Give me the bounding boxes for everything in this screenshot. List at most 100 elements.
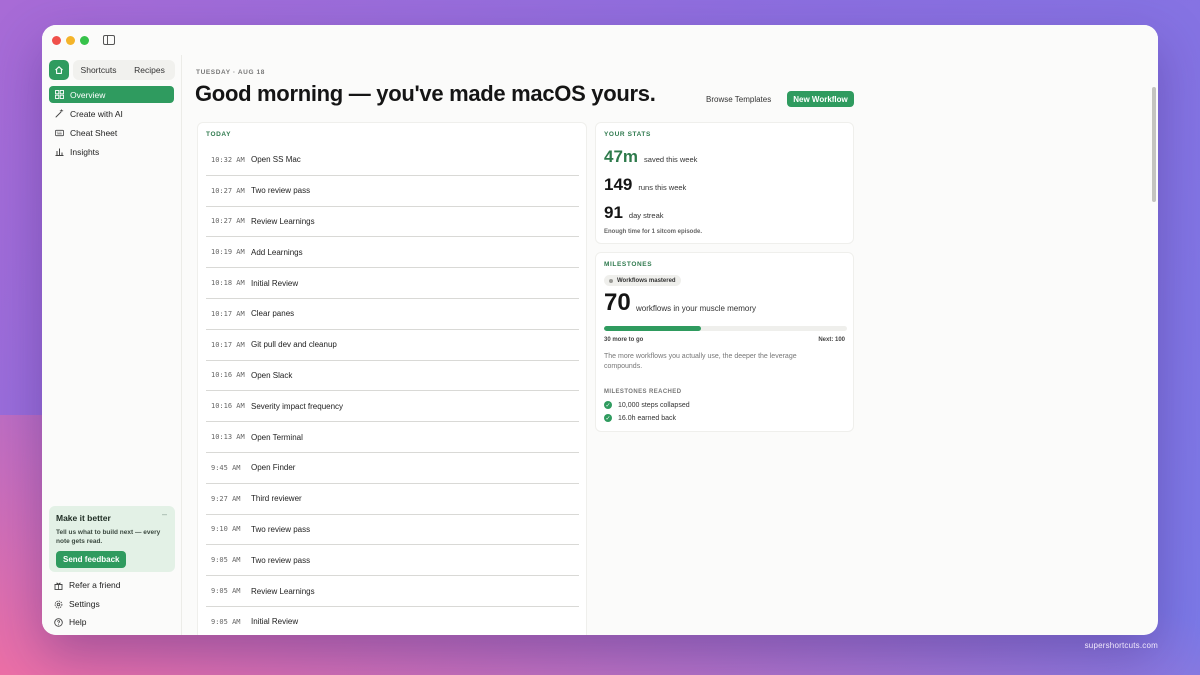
activity-time: 9:05 AM bbox=[211, 617, 241, 626]
activity-name: Open SS Mac bbox=[251, 155, 301, 165]
milestone-reached-item: ✓ 16.0h earned back bbox=[604, 414, 676, 422]
feedback-text: Tell us what to build next — every note … bbox=[56, 529, 161, 545]
zoom-window-button[interactable] bbox=[80, 36, 89, 45]
activity-row[interactable]: 10:13 AM Open Terminal bbox=[206, 422, 579, 453]
activity-row[interactable]: 9:05 AM Two review pass bbox=[206, 545, 579, 577]
activity-time: 10:27 AM bbox=[211, 217, 245, 226]
stats-card: YOUR STATS 47m saved this week 149 runs … bbox=[595, 122, 854, 244]
scrollbar-thumb[interactable] bbox=[1152, 87, 1156, 202]
milestone-count-label: workflows in your muscle memory bbox=[636, 304, 757, 313]
activity-time: 10:16 AM bbox=[211, 402, 245, 411]
activity-time: 10:16 AM bbox=[211, 371, 245, 380]
sidebar-tab-switcher: Shortcuts Recipes bbox=[73, 60, 175, 80]
sidebar-item-create-with-ai[interactable]: Create with AI bbox=[49, 105, 174, 122]
check-icon: ✓ bbox=[604, 414, 612, 422]
sidebar-item-refer-a-friend[interactable]: Refer a friend bbox=[49, 577, 174, 593]
activity-time: 9:05 AM bbox=[211, 587, 241, 596]
new-workflow-button[interactable]: New Workflow bbox=[787, 91, 854, 107]
activity-name: Clear panes bbox=[251, 309, 295, 319]
activity-row[interactable]: 10:17 AM Git pull dev and cleanup bbox=[206, 330, 579, 361]
activity-row[interactable]: 9:05 AM Review Learnings bbox=[206, 576, 579, 607]
activity-name: Open Slack bbox=[251, 370, 293, 380]
activity-time: 9:05 AM bbox=[211, 556, 241, 565]
activity-row[interactable]: 9:45 AM Open Finder bbox=[206, 453, 579, 484]
activity-time: 9:27 AM bbox=[211, 494, 241, 503]
sidebar-toggle-icon[interactable] bbox=[103, 35, 115, 45]
activity-row[interactable]: 10:32 AM Open SS Mac bbox=[206, 145, 579, 176]
bar-chart-icon bbox=[55, 147, 64, 156]
activity-time: 9:45 AM bbox=[211, 463, 241, 472]
sidebar-item-cheat-sheet[interactable]: Cheat Sheet bbox=[49, 124, 174, 141]
tab-shortcuts[interactable]: Shortcuts bbox=[73, 65, 124, 75]
sidebar-item-settings[interactable]: Settings bbox=[49, 596, 174, 612]
sidebar-item-label: Overview bbox=[70, 89, 106, 100]
sidebar-item-overview[interactable]: Overview bbox=[49, 86, 174, 103]
activity-time: 10:19 AM bbox=[211, 248, 245, 257]
activity-time: 10:13 AM bbox=[211, 433, 245, 442]
today-list: 10:32 AM Open SS Mac 10:27 AM Two review pa… bbox=[206, 145, 579, 635]
browse-templates-button[interactable]: Browse Templates bbox=[706, 95, 771, 104]
date-label: TUESDAY · AUG 18 bbox=[196, 69, 265, 76]
activity-row[interactable]: 9:10 AM Two review pass bbox=[206, 515, 579, 546]
dismiss-icon[interactable]: – bbox=[162, 509, 167, 519]
activity-row[interactable]: 9:27 AM Third reviewer bbox=[206, 484, 579, 515]
tab-recipes[interactable]: Recipes bbox=[124, 65, 175, 75]
home-button[interactable] bbox=[49, 60, 69, 80]
milestone-badge: Workflows mastered bbox=[604, 275, 681, 286]
close-window-button[interactable] bbox=[52, 36, 61, 45]
activity-name: Git pull dev and cleanup bbox=[251, 340, 337, 350]
milestones-card: MILESTONES Workflows mastered 70 workflo… bbox=[595, 252, 854, 432]
milestone-reached-text: 16.0h earned back bbox=[618, 414, 676, 422]
stats-label: YOUR STATS bbox=[604, 131, 651, 138]
send-feedback-button[interactable]: Send feedback bbox=[56, 551, 127, 568]
activity-name: Two review pass bbox=[251, 524, 311, 534]
activity-row[interactable]: 10:16 AM Severity impact frequency bbox=[206, 391, 579, 423]
activity-name: Initial Review bbox=[251, 278, 299, 288]
sidebar-item-insights[interactable]: Insights bbox=[49, 143, 174, 160]
activity-time: 10:17 AM bbox=[211, 340, 245, 349]
activity-row[interactable]: 10:27 AM Review Learnings bbox=[206, 207, 579, 238]
activity-name: Review Learnings bbox=[251, 216, 315, 226]
sidebar-item-label: Insights bbox=[70, 146, 100, 157]
sidebar-item-help[interactable]: Help bbox=[49, 614, 174, 630]
activity-name: Review Learnings bbox=[251, 586, 315, 596]
gear-icon bbox=[54, 600, 63, 609]
activity-name: Open Finder bbox=[251, 463, 296, 473]
activity-name: Open Terminal bbox=[251, 432, 303, 442]
milestone-progress-bar bbox=[604, 326, 847, 331]
stat-value: 91 bbox=[604, 203, 623, 222]
activity-row[interactable]: 10:16 AM Open Slack bbox=[206, 361, 579, 392]
activity-row[interactable]: 10:17 AM Clear panes bbox=[206, 299, 579, 330]
sidebar-item-label: Create with AI bbox=[70, 108, 123, 119]
activity-row[interactable]: 9:05 AM Initial Review bbox=[206, 607, 579, 635]
footer-brand: supershortcuts.com bbox=[1084, 641, 1158, 650]
activity-row[interactable]: 10:27 AM Two review pass bbox=[206, 176, 579, 207]
check-icon: ✓ bbox=[604, 401, 612, 409]
progress-fill bbox=[604, 326, 702, 331]
stat-streak: 91 day streak bbox=[604, 203, 664, 223]
activity-time: 10:27 AM bbox=[211, 186, 245, 195]
sidebar: Shortcuts Recipes Overview Create with A… bbox=[42, 55, 182, 635]
magic-wand-icon bbox=[55, 109, 64, 118]
activity-name: Two review pass bbox=[251, 186, 311, 196]
grid-icon bbox=[55, 90, 64, 99]
scrollbar[interactable] bbox=[1150, 55, 1158, 635]
minimize-window-button[interactable] bbox=[66, 36, 75, 45]
sidebar-item-label: Settings bbox=[69, 599, 100, 609]
activity-name: Third reviewer bbox=[251, 494, 302, 504]
sidebar-item-label: Help bbox=[69, 617, 87, 627]
activity-name: Severity impact frequency bbox=[251, 401, 344, 411]
progress-remaining: 30 more to go bbox=[604, 337, 644, 343]
title-bar bbox=[42, 25, 1158, 55]
activity-name: Two review pass bbox=[251, 555, 311, 565]
stat-saved: 47m saved this week bbox=[604, 147, 697, 167]
activity-time: 10:17 AM bbox=[211, 309, 245, 318]
milestone-reached-text: 10,000 steps collapsed bbox=[618, 401, 690, 409]
milestone-description: The more workflows you actually use, the… bbox=[604, 353, 797, 370]
activity-row[interactable]: 10:19 AM Add Learnings bbox=[206, 237, 579, 269]
activity-row[interactable]: 10:18 AM Initial Review bbox=[206, 268, 579, 299]
help-icon bbox=[54, 617, 63, 627]
stat-label: runs this week bbox=[638, 183, 687, 192]
progress-next: Next: 100 bbox=[818, 337, 845, 343]
stat-runs: 149 runs this week bbox=[604, 175, 686, 195]
